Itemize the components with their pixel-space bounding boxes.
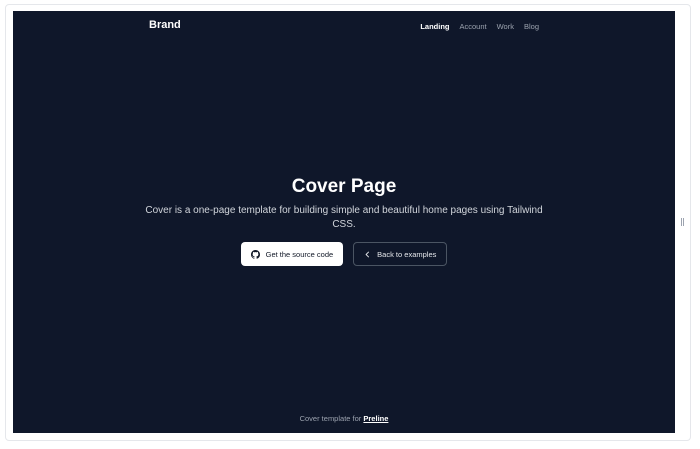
nav-item-blog[interactable]: Blog (524, 22, 539, 31)
hero-actions: Get the source code Back to examples (13, 242, 675, 266)
github-icon (250, 249, 260, 259)
get-source-code-button[interactable]: Get the source code (240, 242, 344, 266)
footer-text: Cover template for (299, 414, 362, 423)
cover-page-viewport: Brand Landing Account Work Blog Cover Pa… (13, 11, 675, 433)
chevron-left-icon (364, 251, 371, 258)
get-source-code-label: Get the source code (265, 249, 334, 259)
header: Brand Landing Account Work Blog (13, 11, 675, 43)
hero-section: Cover Page Cover is a one-page template … (13, 176, 675, 266)
hero-description: Cover is a one-page template for buildin… (145, 205, 543, 230)
back-to-examples-button[interactable]: Back to examples (353, 242, 448, 266)
back-to-examples-label: Back to examples (377, 249, 437, 259)
nav-item-account[interactable]: Account (460, 22, 487, 31)
nav-item-landing[interactable]: Landing (420, 22, 449, 31)
brand-logo[interactable]: Brand (149, 19, 181, 31)
nav-item-work[interactable]: Work (497, 22, 514, 31)
resize-handle-icon[interactable] (681, 218, 685, 226)
footer: Cover template for Preline (13, 414, 675, 423)
page-title: Cover Page (291, 176, 397, 197)
footer-link-preline[interactable]: Preline (363, 414, 388, 423)
main-nav: Landing Account Work Blog (420, 22, 539, 31)
